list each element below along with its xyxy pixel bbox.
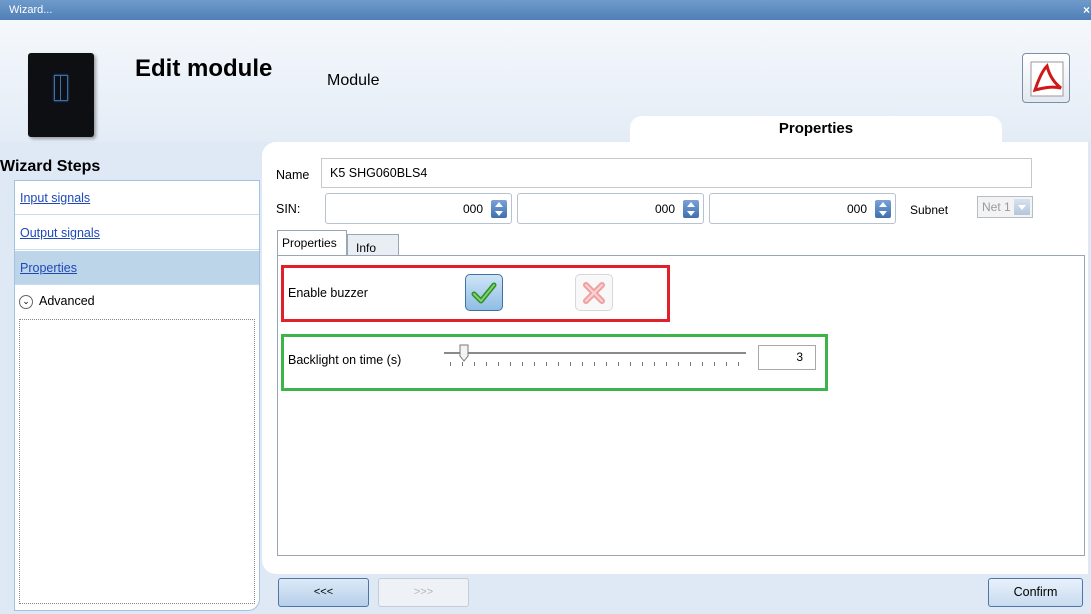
page-subtitle: Module	[327, 72, 380, 89]
slider-tick	[594, 362, 595, 366]
keypad-icon	[54, 75, 68, 101]
slider-tick	[666, 362, 667, 366]
advanced-area	[19, 319, 255, 604]
pdf-button[interactable]	[1022, 53, 1070, 103]
slider-tick	[546, 362, 547, 366]
slider-tick	[690, 362, 691, 366]
slider-tick	[606, 362, 607, 366]
subnet-label: Subnet	[910, 203, 949, 217]
slider-tick	[498, 362, 499, 366]
slider-tick	[618, 362, 619, 366]
slider-tick	[714, 362, 715, 366]
slider-tick	[726, 362, 727, 366]
forward-button: >>>	[378, 578, 469, 607]
spinner-icon[interactable]	[875, 200, 891, 218]
disable-buzzer-button[interactable]	[575, 274, 613, 311]
enable-buzzer-button[interactable]	[465, 274, 503, 311]
slider-tick	[678, 362, 679, 366]
backlight-slider-track[interactable]	[444, 352, 746, 354]
backlight-value-field[interactable]: 3	[758, 345, 816, 370]
slider-tick	[654, 362, 655, 366]
advanced-section[interactable]: ⌄ Advanced	[15, 284, 259, 318]
slider-tick	[630, 362, 631, 366]
name-field[interactable]: K5 SHG060BLS4	[321, 158, 1032, 188]
slider-tick	[582, 362, 583, 366]
page-title: Edit module	[135, 55, 273, 82]
header: Edit module Module Properties	[0, 20, 1091, 142]
spinner-icon[interactable]	[491, 200, 507, 218]
slider-tick	[522, 362, 523, 366]
slider-tick	[702, 362, 703, 366]
backlight-label: Backlight on time (s)	[288, 353, 402, 367]
sin-value-1: 000	[462, 202, 483, 216]
back-button[interactable]: <<<	[278, 578, 369, 607]
slider-tick	[474, 362, 475, 366]
backlight-slider-thumb[interactable]	[459, 344, 469, 362]
sin-value-3: 000	[846, 202, 867, 216]
subnet-select: Net 1	[977, 196, 1033, 218]
step-output-signals[interactable]: Output signals	[15, 216, 259, 250]
buzzer-label: Enable buzzer	[288, 286, 368, 300]
slider-tick	[534, 362, 535, 366]
confirm-button[interactable]: Confirm	[988, 578, 1083, 607]
header-tab-properties: Properties	[630, 116, 1002, 142]
wizard-steps-title: Wizard Steps	[0, 158, 101, 175]
module-image	[28, 53, 94, 137]
sin-value-2: 000	[654, 202, 675, 216]
sin-field-1[interactable]: 000	[325, 193, 512, 224]
slider-tick	[642, 362, 643, 366]
window-title: Wizard...	[9, 4, 53, 16]
wizard-steps-panel: Input signals Output signals Properties …	[14, 180, 260, 611]
close-icon[interactable]: ×	[1083, 0, 1090, 20]
tab-properties[interactable]: Properties	[277, 230, 347, 256]
slider-tick	[570, 362, 571, 366]
sin-field-3[interactable]: 000	[709, 193, 896, 224]
step-input-signals[interactable]: Input signals	[15, 181, 259, 215]
tab-info[interactable]: Info	[347, 234, 399, 256]
cross-icon	[583, 282, 605, 304]
subnet-value: Net 1	[982, 200, 1011, 214]
advanced-label: Advanced	[39, 294, 95, 308]
name-label: Name	[276, 168, 310, 182]
step-properties[interactable]: Properties	[15, 251, 259, 285]
checkmark-icon	[471, 282, 497, 304]
sin-label: SIN:	[276, 202, 301, 216]
spinner-icon[interactable]	[683, 200, 699, 218]
pdf-document-icon	[1030, 61, 1064, 97]
slider-tick	[510, 362, 511, 366]
window-titlebar: Wizard... ×	[0, 0, 1091, 20]
sin-field-2[interactable]: 000	[517, 193, 704, 224]
slider-tick	[738, 362, 739, 366]
slider-tick	[450, 362, 451, 366]
chevron-down-icon: ⌄	[19, 294, 33, 309]
slider-ticks	[450, 362, 742, 368]
slider-tick	[486, 362, 487, 366]
slider-tick	[558, 362, 559, 366]
chevron-down-icon	[1014, 199, 1030, 215]
slider-tick	[462, 362, 463, 366]
